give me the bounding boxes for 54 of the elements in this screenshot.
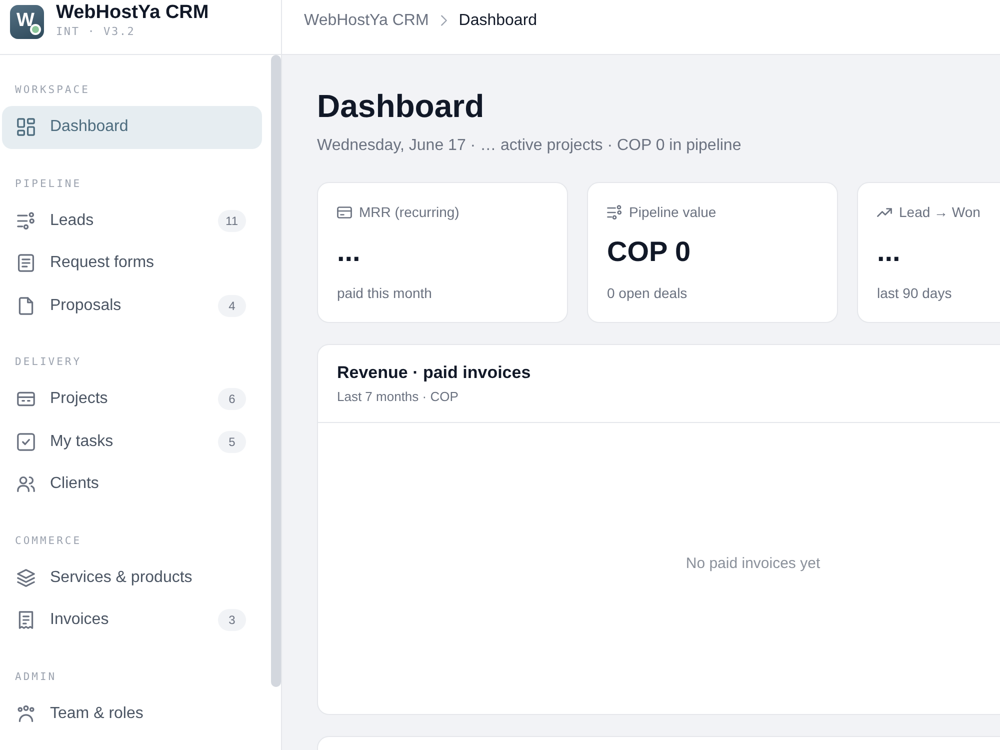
section-label: COMMERCE <box>14 534 83 548</box>
sidebar-item[interactable]: Invoices 3 <box>2 599 262 642</box>
check-square-icon <box>17 432 35 451</box>
credit-card-icon <box>337 204 352 220</box>
file-icon <box>17 296 35 315</box>
sidebar-item[interactable]: Team & roles <box>2 692 262 735</box>
users-icon <box>17 475 35 494</box>
stat-label: Lead → Won <box>899 203 980 221</box>
stat-value: ... <box>337 235 360 269</box>
stat-value: COP 0 <box>607 235 691 269</box>
count-badge: 4 <box>218 294 246 317</box>
stat-value: ... <box>877 235 900 269</box>
card-title: Revenue · paid invoices <box>337 362 531 384</box>
sliders-icon <box>607 204 622 220</box>
logo-letter: W <box>16 10 34 30</box>
section-label: PIPELINE <box>14 176 83 190</box>
section-label: DELIVERY <box>14 355 83 369</box>
count-badge: 5 <box>218 430 246 453</box>
section-label: WORKSPACE <box>14 83 91 97</box>
sidebar-item[interactable]: Dashboard <box>2 106 262 148</box>
chevron-right-icon <box>440 15 447 26</box>
card-subtitle: Last 7 months · COP <box>337 388 458 406</box>
stat-label: MRR (recurring) <box>359 203 460 221</box>
count-badge: 11 <box>218 210 246 232</box>
empty-message: No paid invoices yet <box>686 554 820 574</box>
scrollbar-thumb[interactable] <box>271 55 281 687</box>
stat-label: Pipeline value <box>629 203 716 221</box>
page-title: Dashboard <box>317 87 486 126</box>
layers-icon <box>17 568 35 587</box>
app-version: INT · V3.2 <box>56 25 136 39</box>
stat-caption: last 90 days <box>877 284 952 302</box>
sidebar-item[interactable]: Clients <box>2 463 262 506</box>
count-badge: 3 <box>218 609 246 632</box>
group-icon <box>17 704 35 723</box>
section-label: ADMIN <box>14 670 58 684</box>
dot-icon <box>30 24 41 35</box>
sidebar-item[interactable]: Projects 6 <box>2 378 262 420</box>
page-subtitle: Wednesday, June 17 · … active projects · COP 0 in pipeline <box>317 136 742 156</box>
sidebar-item[interactable]: Request forms <box>2 242 262 284</box>
sidebar-item[interactable]: My tasks 5 <box>2 420 262 463</box>
count-badge: 6 <box>218 388 246 410</box>
sidebar-item[interactable]: Leads 11 <box>2 200 262 242</box>
stat-caption: 0 open deals <box>607 284 688 302</box>
sidebar-item[interactable]: Services & products <box>2 556 262 599</box>
breadcrumb-link[interactable]: WebHostYa CRM <box>304 10 429 30</box>
stat-caption: paid this month <box>337 284 432 302</box>
document-icon <box>17 254 35 272</box>
sidebar-item[interactable]: Proposals 4 <box>2 284 262 327</box>
breadcrumb-current: Dashboard <box>458 10 538 30</box>
receipt-icon <box>17 611 35 630</box>
app-name: WebHostYa CRM <box>56 2 209 23</box>
window-icon <box>17 390 35 408</box>
layout-icon <box>17 118 35 136</box>
sliders-icon <box>17 212 35 230</box>
